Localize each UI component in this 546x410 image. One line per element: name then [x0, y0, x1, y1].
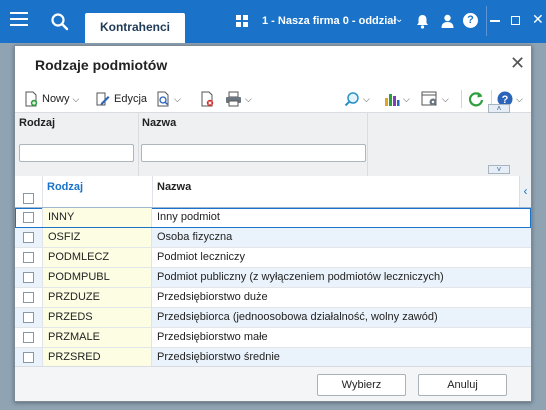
- close-icon[interactable]: ✕: [510, 54, 525, 72]
- table-row[interactable]: OSFIZ Osoba fizyczna: [15, 228, 531, 248]
- document-search-icon: [157, 91, 169, 107]
- select-button[interactable]: Wybierz: [317, 374, 406, 396]
- table-row[interactable]: PRZEDS Przedsiębiorca (jednoosobowa dzia…: [15, 308, 531, 328]
- cell-rodzaj[interactable]: PODMPUBL: [42, 268, 152, 287]
- cell-nazwa[interactable]: Przedsiębiorstwo duże: [157, 288, 268, 307]
- cell-nazwa[interactable]: Inny podmiot: [157, 208, 220, 227]
- filter-label-rodzaj: Rodzaj: [19, 117, 56, 129]
- expand-filter-icon[interactable]: ˅: [488, 165, 510, 174]
- minimize-icon[interactable]: [490, 20, 500, 22]
- cell-nazwa[interactable]: Przedsiębiorstwo średnie: [157, 348, 280, 367]
- bell-icon[interactable]: [416, 14, 429, 29]
- help-icon[interactable]: ?: [463, 13, 478, 28]
- separator: [486, 6, 487, 36]
- chevron-left-icon[interactable]: ‹: [519, 176, 531, 207]
- filter-nazwa-input[interactable]: [141, 144, 366, 162]
- column-header-nazwa[interactable]: Nazwa: [157, 181, 191, 193]
- grid-header: Rodzaj Nazwa ‹: [15, 176, 531, 208]
- cell-rodzaj[interactable]: PRZSRED: [42, 348, 152, 367]
- select-all-checkbox[interactable]: [23, 193, 34, 204]
- dialog-rodzaje-podmiotow: Rodzaje podmiotów ✕ Nowy ⌵ Edycja ⌵ ⌵ ⌵ …: [14, 45, 532, 402]
- search-icon: [344, 92, 359, 107]
- column-separator: [152, 176, 153, 207]
- delete-document-icon: [201, 91, 214, 107]
- chevron-down-icon[interactable]: ⌵: [73, 94, 80, 105]
- row-checkbox[interactable]: [23, 312, 34, 323]
- chevron-down-icon[interactable]: ⌵: [516, 94, 523, 105]
- column-separator: [367, 113, 368, 177]
- cell-rodzaj[interactable]: INNY: [42, 208, 152, 227]
- find-button[interactable]: ⌵: [344, 90, 370, 108]
- table-row[interactable]: PRZSRED Przedsiębiorstwo średnie: [15, 348, 531, 368]
- dialog-title: Rodzaje podmiotów: [35, 57, 168, 73]
- column-separator: [42, 176, 43, 207]
- cell-nazwa[interactable]: Przedsiębiorca (jednoosobowa działalność…: [157, 308, 438, 327]
- menu-icon[interactable]: [10, 12, 28, 26]
- chart-button[interactable]: ⌵: [384, 90, 410, 108]
- column-separator: [138, 113, 139, 177]
- chevron-down-icon[interactable]: ⌵: [363, 94, 370, 105]
- delete-button[interactable]: [199, 90, 215, 108]
- row-checkbox[interactable]: [23, 272, 34, 283]
- new-button-label: Nowy: [42, 93, 70, 105]
- table-row[interactable]: INNY Inny podmiot: [15, 208, 531, 228]
- grid-rows: INNY Inny podmiot OSFIZ Osoba fizyczna P…: [15, 208, 531, 368]
- user-icon[interactable]: [441, 14, 454, 29]
- grid-icon[interactable]: [236, 15, 248, 27]
- tab-kontrahenci[interactable]: Kontrahenci: [85, 13, 185, 43]
- filter-rodzaj-input[interactable]: [19, 144, 134, 162]
- chevron-down-icon[interactable]: ⌄: [395, 14, 403, 25]
- toolbar: Nowy ⌵ Edycja ⌵ ⌵ ⌵ ⌵ ⌵ ? ⌵: [15, 86, 531, 112]
- settings-icon: [421, 91, 437, 106]
- dialog-footer: Wybierz Anuluj: [15, 366, 531, 401]
- maximize-icon[interactable]: [511, 16, 520, 25]
- settings-button[interactable]: ⌵: [421, 90, 449, 108]
- new-document-icon: [25, 91, 38, 107]
- cancel-button[interactable]: Anuluj: [418, 374, 507, 396]
- chevron-down-icon[interactable]: ⌵: [245, 94, 252, 105]
- table-row[interactable]: PRZMALE Przedsiębiorstwo małe: [15, 328, 531, 348]
- edit-button[interactable]: Edycja: [95, 90, 147, 108]
- row-checkbox[interactable]: [23, 352, 34, 363]
- cell-rodzaj[interactable]: PODMLECZ: [42, 248, 152, 267]
- toolbar-separator: [461, 90, 462, 108]
- cell-rodzaj[interactable]: PRZDUZE: [42, 288, 152, 307]
- cell-nazwa[interactable]: Przedsiębiorstwo małe: [157, 328, 268, 347]
- cell-nazwa[interactable]: Podmiot publiczny (z wyłączeniem podmiot…: [157, 268, 444, 287]
- collapse-filter-icon[interactable]: ˄: [488, 104, 510, 113]
- search-icon[interactable]: [50, 12, 70, 32]
- column-header-rodzaj[interactable]: Rodzaj: [47, 181, 83, 193]
- chevron-down-icon[interactable]: ⌵: [403, 94, 410, 105]
- row-checkbox[interactable]: [23, 232, 34, 243]
- edit-button-label: Edycja: [114, 93, 148, 105]
- filter-panel: Rodzaj Nazwa ˄ ˅: [15, 104, 531, 177]
- refresh-icon: [468, 92, 484, 107]
- refresh-button[interactable]: [467, 90, 485, 108]
- close-window-icon[interactable]: ✕: [532, 12, 544, 26]
- cell-rodzaj[interactable]: PRZMALE: [42, 328, 152, 347]
- cell-rodzaj[interactable]: PRZEDS: [42, 308, 152, 327]
- row-checkbox[interactable]: [23, 212, 34, 223]
- preview-button[interactable]: ⌵: [155, 90, 181, 108]
- print-button[interactable]: ⌵: [225, 90, 252, 108]
- new-button[interactable]: Nowy ⌵: [23, 90, 79, 108]
- table-row[interactable]: PRZDUZE Przedsiębiorstwo duże: [15, 288, 531, 308]
- chevron-down-icon[interactable]: ⌵: [174, 94, 181, 105]
- row-checkbox[interactable]: [23, 252, 34, 263]
- edit-icon: [96, 92, 110, 106]
- data-grid: Rodzaj Nazwa ‹ INNY Inny podmiot OSFIZ O…: [15, 176, 531, 368]
- printer-icon: [226, 91, 241, 107]
- bar-chart-icon: [385, 94, 400, 106]
- chevron-down-icon[interactable]: ⌵: [442, 94, 449, 105]
- row-checkbox[interactable]: [23, 332, 34, 343]
- filter-label-nazwa: Nazwa: [142, 117, 177, 129]
- app-bar: Kontrahenci 1 - Nasza firma 0 - oddział …: [0, 0, 546, 43]
- row-checkbox[interactable]: [23, 292, 34, 303]
- cell-nazwa[interactable]: Podmiot leczniczy: [157, 248, 245, 267]
- company-selector[interactable]: 1 - Nasza firma 0 - oddział: [262, 15, 396, 27]
- table-row[interactable]: PODMPUBL Podmiot publiczny (z wyłączenie…: [15, 268, 531, 288]
- cell-nazwa[interactable]: Osoba fizyczna: [157, 228, 232, 247]
- cell-rodzaj[interactable]: OSFIZ: [42, 228, 152, 247]
- table-row[interactable]: PODMLECZ Podmiot leczniczy: [15, 248, 531, 268]
